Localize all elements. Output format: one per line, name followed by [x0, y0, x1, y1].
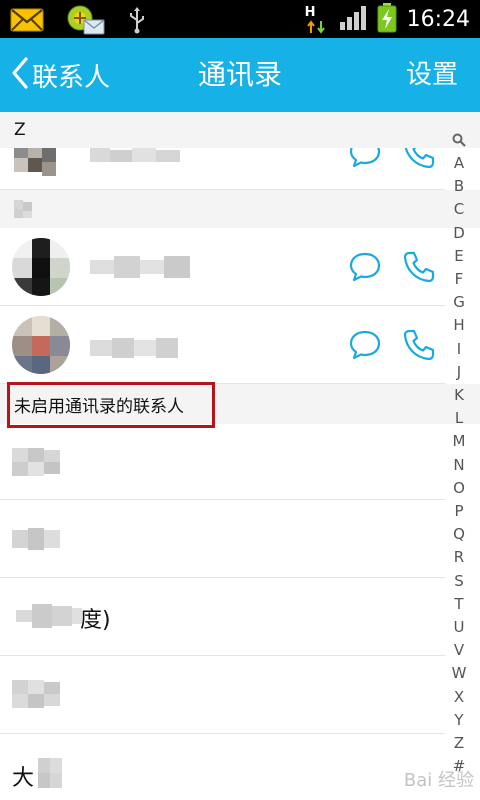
section-header-blurred [0, 190, 480, 228]
data-arrows-icon: H [305, 5, 329, 35]
status-right: H 16:24 [305, 3, 470, 37]
header-bar: 联系人 通讯录 设置 [0, 38, 480, 112]
chevron-left-icon [10, 56, 30, 94]
contact-name-blurred [90, 338, 180, 358]
index-letter-w[interactable]: W [446, 664, 472, 682]
index-letter-r[interactable]: R [446, 548, 472, 566]
contact-name-blurred [12, 680, 62, 708]
app-screen: H 16:24 联系人 通讯录 设置 Z 未启用通讯录的联系人 度) 大 A B… [0, 0, 480, 800]
usb-icon [128, 6, 146, 38]
contact-row[interactable]: 大 [0, 734, 445, 800]
contact-name-partial: 度) [80, 608, 111, 633]
contact-row[interactable] [0, 306, 445, 384]
index-letter-x[interactable]: X [446, 688, 472, 706]
watermark: Bai 经验 [403, 770, 474, 791]
alphabet-index-bar[interactable]: A B C D E F G H I J K L M N O P Q R S T U V W X Y Z # [446, 132, 472, 792]
signal-icon [339, 5, 367, 35]
index-letter-h[interactable]: H [446, 316, 472, 334]
contact-name-blurred [12, 604, 82, 628]
index-letter-n[interactable]: N [446, 456, 472, 474]
back-label: 联系人 [32, 62, 111, 93]
index-letter-u[interactable]: U [446, 618, 472, 636]
section-header-z: Z [0, 112, 480, 148]
message-button[interactable] [348, 250, 382, 284]
index-letter-b[interactable]: B [446, 177, 472, 195]
contact-name-blurred [38, 758, 62, 788]
index-letter-p[interactable]: P [446, 502, 472, 520]
index-letter-s[interactable]: S [446, 572, 472, 590]
battery-charging-icon [377, 3, 397, 37]
call-button[interactable] [402, 148, 436, 170]
status-time: 16:24 [406, 7, 470, 32]
contact-row[interactable] [0, 656, 445, 734]
status-left [10, 4, 146, 40]
message-button[interactable] [348, 148, 382, 170]
index-letter-d[interactable]: D [446, 224, 472, 242]
index-letter-z[interactable]: Z [446, 734, 472, 752]
contact-name-blurred [90, 256, 190, 278]
avatar [12, 238, 70, 296]
index-letter-j[interactable]: J [446, 363, 472, 381]
contact-name-blurred [12, 528, 62, 550]
index-letter-f[interactable]: F [446, 270, 472, 288]
call-button[interactable] [402, 328, 436, 362]
contact-row[interactable] [0, 500, 445, 578]
contact-row[interactable]: 度) [0, 578, 445, 656]
index-letter-t[interactable]: T [446, 595, 472, 613]
index-letter-q[interactable]: Q [446, 525, 472, 543]
back-button[interactable]: 联系人 [10, 38, 110, 112]
settings-button[interactable]: 设置 [406, 38, 458, 112]
index-letter-c[interactable]: C [446, 200, 472, 218]
index-letter-a[interactable]: A [446, 154, 472, 172]
contact-list[interactable]: Z 未启用通讯录的联系人 度) 大 [0, 112, 480, 800]
call-button[interactable] [402, 250, 436, 284]
contact-row[interactable] [0, 148, 445, 190]
index-letter-i[interactable]: I [446, 340, 472, 358]
contact-name-blurred [12, 448, 62, 476]
message-button[interactable] [348, 328, 382, 362]
section-label-blurred [14, 200, 32, 218]
index-letter-k[interactable]: K [446, 386, 472, 404]
contact-row[interactable] [0, 228, 445, 306]
mail-icon [10, 8, 44, 36]
highlight-annotation [7, 382, 215, 428]
index-letter-l[interactable]: L [446, 409, 472, 427]
index-letter-g[interactable]: G [446, 293, 472, 311]
search-icon[interactable] [452, 132, 466, 151]
contacts-sync-icon [66, 4, 106, 40]
status-bar: H 16:24 [0, 0, 480, 38]
index-letter-y[interactable]: Y [446, 711, 472, 729]
contact-name-partial: 大 [12, 766, 35, 791]
contact-row[interactable] [0, 424, 445, 500]
index-letter-m[interactable]: M [446, 432, 472, 450]
index-letter-o[interactable]: O [446, 479, 472, 497]
avatar [14, 148, 70, 178]
avatar [12, 316, 70, 374]
section-label: Z [14, 120, 26, 140]
index-letter-v[interactable]: V [446, 641, 472, 659]
index-letter-e[interactable]: E [446, 247, 472, 265]
contact-name-blurred [90, 148, 182, 164]
